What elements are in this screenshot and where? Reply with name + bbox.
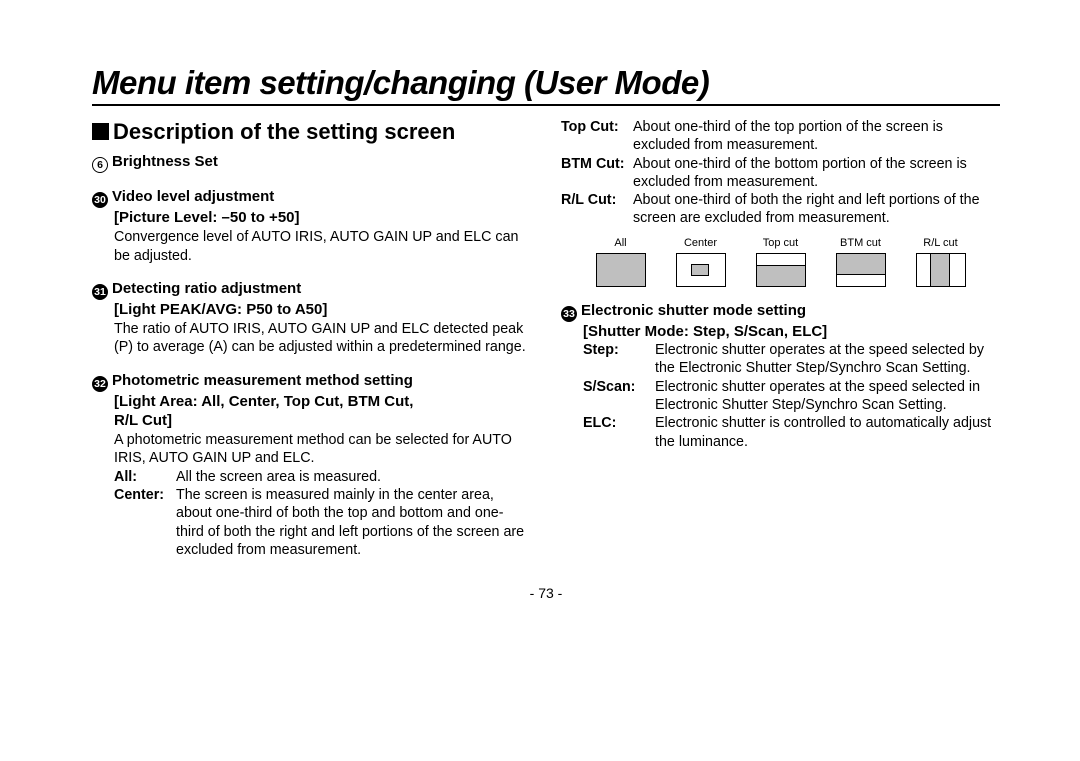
def-btmcut-value: About one-third of the bottom portion of… bbox=[633, 155, 1000, 192]
item-32-heading: 32Photometric measurement method setting… bbox=[92, 371, 531, 430]
area-diagrams: All Center Top cut BTM cut bbox=[561, 236, 1000, 287]
left-column: Description of the setting screen 6Brigh… bbox=[92, 118, 531, 559]
def-topcut-key: Top Cut: bbox=[561, 118, 633, 155]
def-center: Center: The screen is measured mainly in… bbox=[114, 486, 531, 559]
item-32-definitions-cont: Top Cut: About one-third of the top port… bbox=[561, 118, 1000, 228]
def-elc-key: ELC: bbox=[583, 414, 655, 451]
diagram-rlcut-inner bbox=[930, 253, 950, 287]
def-center-value: The screen is measured mainly in the cen… bbox=[176, 486, 531, 559]
def-all-key: All: bbox=[114, 468, 176, 486]
item-33-param: [Shutter Mode: Step, S/Scan, ELC] bbox=[583, 322, 1000, 341]
diagram-topcut-label: Top cut bbox=[763, 236, 798, 250]
diagram-topcut-box bbox=[756, 253, 806, 287]
circled-number-31-icon: 31 bbox=[92, 284, 108, 300]
diagram-center-inner bbox=[691, 264, 709, 276]
def-rlcut-value: About one-third of both the right and le… bbox=[633, 191, 1000, 228]
def-sscan: S/Scan: Electronic shutter operates at t… bbox=[583, 378, 1000, 415]
def-all: All: All the screen area is measured. bbox=[114, 468, 531, 486]
item-33-definitions: Step: Electronic shutter operates at the… bbox=[583, 341, 1000, 451]
item-32-param2: R/L Cut] bbox=[114, 411, 531, 430]
def-rlcut-key: R/L Cut: bbox=[561, 191, 633, 228]
def-elc-value: Electronic shutter is controlled to auto… bbox=[655, 414, 1000, 451]
circled-number-32-icon: 32 bbox=[92, 376, 108, 392]
item-6-title: Brightness Set bbox=[112, 153, 218, 170]
circled-number-6-icon: 6 bbox=[92, 157, 108, 173]
def-step: Step: Electronic shutter operates at the… bbox=[583, 341, 1000, 378]
item-30-heading: 30Video level adjustment [Picture Level:… bbox=[92, 187, 531, 227]
item-6-heading: 6Brightness Set bbox=[92, 152, 531, 173]
diagram-rlcut: R/L cut bbox=[916, 236, 966, 287]
item-30-body: Convergence level of AUTO IRIS, AUTO GAI… bbox=[114, 228, 531, 265]
diagram-rlcut-label: R/L cut bbox=[923, 236, 957, 250]
item-32-definitions: All: All the screen area is measured. Ce… bbox=[114, 468, 531, 559]
diagram-all: All bbox=[596, 236, 646, 287]
item-31-title: Detecting ratio adjustment bbox=[112, 280, 301, 297]
item-32-body: A photometric measurement method can be … bbox=[114, 431, 531, 468]
item-30-param: [Picture Level: –50 to +50] bbox=[114, 208, 531, 227]
item-31-body: The ratio of AUTO IRIS, AUTO GAIN UP and… bbox=[114, 320, 531, 357]
diagram-btmcut: BTM cut bbox=[836, 236, 886, 287]
item-32-param1: [Light Area: All, Center, Top Cut, BTM C… bbox=[114, 392, 531, 411]
def-sscan-value: Electronic shutter operates at the speed… bbox=[655, 378, 1000, 415]
diagram-center-label: Center bbox=[684, 236, 717, 250]
item-31-param: [Light PEAK/AVG: P50 to A50] bbox=[114, 300, 531, 319]
document-page: Menu item setting/changing (User Mode) D… bbox=[0, 0, 1080, 621]
diagram-rlcut-box bbox=[916, 253, 966, 287]
def-topcut-value: About one-third of the top portion of th… bbox=[633, 118, 1000, 155]
circled-number-33-icon: 33 bbox=[561, 306, 577, 322]
diagram-topcut: Top cut bbox=[756, 236, 806, 287]
item-31-heading: 31Detecting ratio adjustment [Light PEAK… bbox=[92, 279, 531, 319]
def-step-value: Electronic shutter operates at the speed… bbox=[655, 341, 1000, 378]
item-32-title: Photometric measurement method setting bbox=[112, 372, 413, 389]
page-title: Menu item setting/changing (User Mode) bbox=[92, 64, 1000, 106]
def-sscan-key: S/Scan: bbox=[583, 378, 655, 415]
def-topcut: Top Cut: About one-third of the top port… bbox=[561, 118, 1000, 155]
section-heading: Description of the setting screen bbox=[92, 118, 531, 146]
section-heading-text: Description of the setting screen bbox=[113, 119, 455, 144]
right-column: Top Cut: About one-third of the top port… bbox=[561, 118, 1000, 559]
diagram-all-box bbox=[596, 253, 646, 287]
item-33-heading: 33Electronic shutter mode setting [Shutt… bbox=[561, 301, 1000, 341]
def-rlcut: R/L Cut: About one-third of both the rig… bbox=[561, 191, 1000, 228]
circled-number-30-icon: 30 bbox=[92, 192, 108, 208]
def-elc: ELC: Electronic shutter is controlled to… bbox=[583, 414, 1000, 451]
item-33-title: Electronic shutter mode setting bbox=[581, 302, 806, 319]
item-30-title: Video level adjustment bbox=[112, 188, 274, 205]
def-all-value: All the screen area is measured. bbox=[176, 468, 531, 486]
square-bullet-icon bbox=[92, 123, 109, 140]
diagram-all-label: All bbox=[614, 236, 626, 250]
def-center-key: Center: bbox=[114, 486, 176, 559]
def-step-key: Step: bbox=[583, 341, 655, 378]
diagram-btmcut-label: BTM cut bbox=[840, 236, 881, 250]
diagram-center-box bbox=[676, 253, 726, 287]
diagram-btmcut-box bbox=[836, 253, 886, 287]
diagram-btmcut-inner bbox=[836, 253, 886, 275]
def-btmcut-key: BTM Cut: bbox=[561, 155, 633, 192]
def-btmcut: BTM Cut: About one-third of the bottom p… bbox=[561, 155, 1000, 192]
content-columns: Description of the setting screen 6Brigh… bbox=[92, 118, 1000, 559]
diagram-topcut-inner bbox=[756, 265, 806, 287]
page-number: - 73 - bbox=[92, 585, 1000, 601]
diagram-center: Center bbox=[676, 236, 726, 287]
